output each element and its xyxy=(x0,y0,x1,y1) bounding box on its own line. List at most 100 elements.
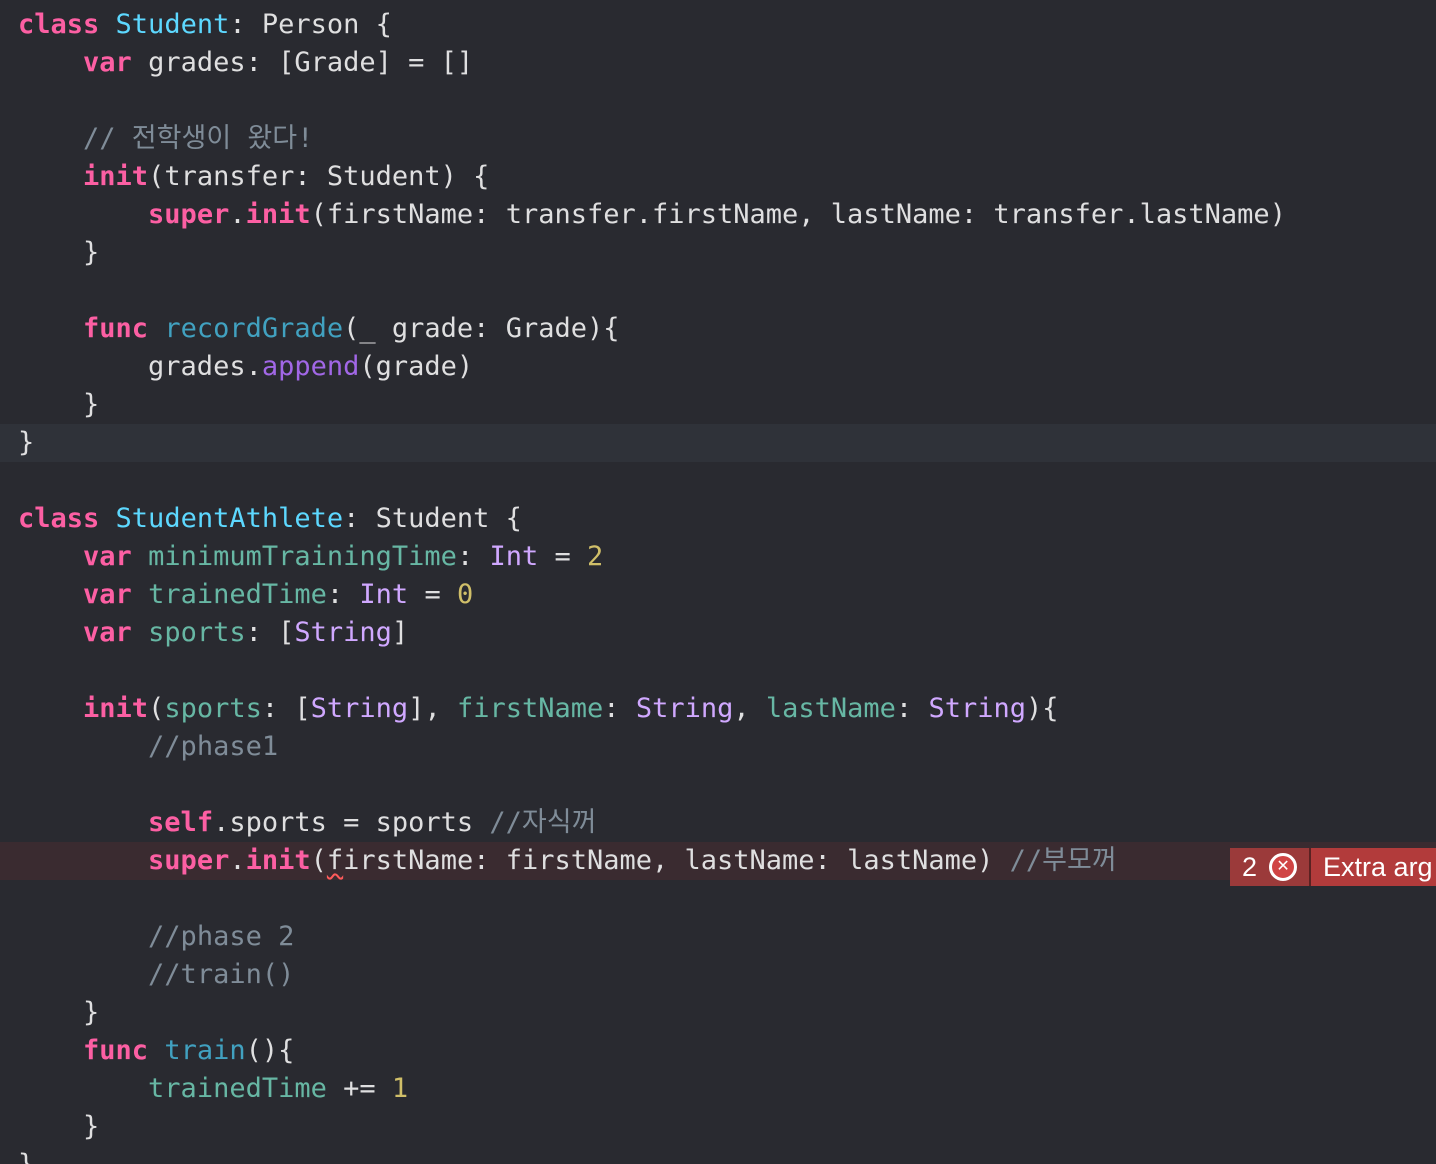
code-token: irstName: firstName, lastName: lastName) xyxy=(343,845,1010,876)
code-token: class xyxy=(18,9,100,40)
code-token: var xyxy=(83,541,132,572)
code-token: (firstName: transfer.firstName, lastName… xyxy=(310,199,1286,230)
code-line[interactable]: //phase 2 xyxy=(0,918,1436,956)
code-line[interactable]: } xyxy=(0,994,1436,1032)
code-token: : [ xyxy=(261,693,311,724)
code-token: //phase1 xyxy=(148,731,279,762)
code-line[interactable]: init(sports: [String], firstName: String… xyxy=(0,690,1436,728)
code-token: var xyxy=(83,579,132,610)
code-token: : Student { xyxy=(343,503,522,534)
code-line[interactable]: func train(){ xyxy=(0,1032,1436,1070)
code-line[interactable]: } xyxy=(0,386,1436,424)
code-token: , xyxy=(733,693,766,724)
code-token: // 전학생이 왔다! xyxy=(83,123,314,154)
code-token: : Person { xyxy=(229,9,392,40)
code-token: self xyxy=(148,807,214,838)
code-token: Int xyxy=(489,541,539,572)
error-x-circle-icon: ✕ xyxy=(1269,853,1298,881)
code-token: trainedTime xyxy=(148,579,327,610)
code-line[interactable]: grades.append(grade) xyxy=(0,348,1436,386)
code-line[interactable]: var grades: [Grade] = [] xyxy=(0,44,1436,82)
code-line[interactable] xyxy=(0,652,1436,690)
code-token: : [ xyxy=(245,617,295,648)
code-token: grades: [Grade] = [] xyxy=(131,47,474,78)
code-line[interactable]: class StudentAthlete: Student { xyxy=(0,500,1436,538)
code-line[interactable]: super.init(firstName: transfer.firstName… xyxy=(0,196,1436,234)
code-line[interactable]: init(transfer: Student) { xyxy=(0,158,1436,196)
code-token: lastName xyxy=(765,693,896,724)
code-token: } xyxy=(18,237,100,268)
code-token: //부모꺼 xyxy=(1009,845,1117,876)
error-badge[interactable]: 2 ✕ Extra arg xyxy=(1230,848,1436,886)
code-token: append xyxy=(261,351,360,382)
code-token: : xyxy=(326,579,360,610)
code-line[interactable]: } xyxy=(0,424,1436,462)
error-message: Extra arg xyxy=(1311,848,1436,886)
code-token: StudentAthlete xyxy=(115,503,344,534)
code-token: trainedTime xyxy=(148,1073,327,1104)
code-line[interactable] xyxy=(0,82,1436,120)
code-line[interactable]: var minimumTrainingTime: Int = 2 xyxy=(0,538,1436,576)
code-line[interactable]: self.sports = sports //자식꺼 xyxy=(0,804,1436,842)
code-token: . xyxy=(229,845,246,876)
code-token: = xyxy=(538,541,588,572)
code-token: func xyxy=(83,313,149,344)
code-line[interactable]: } xyxy=(0,1146,1436,1164)
code-line[interactable]: } xyxy=(0,1108,1436,1146)
code-token: } xyxy=(18,997,100,1028)
code-token: (grade) xyxy=(359,351,474,382)
code-token: init xyxy=(83,161,149,192)
code-token: super xyxy=(148,199,230,230)
code-token: ( xyxy=(148,693,165,724)
code-token: sports xyxy=(164,693,262,724)
code-token: grades. xyxy=(18,351,262,382)
code-token: } xyxy=(18,1111,100,1142)
code-token: init xyxy=(245,199,311,230)
code-line[interactable]: // 전학생이 왔다! xyxy=(0,120,1436,158)
code-token: Int xyxy=(359,579,409,610)
code-line[interactable] xyxy=(0,272,1436,310)
code-line[interactable]: var sports: [String] xyxy=(0,614,1436,652)
code-token: 0 xyxy=(456,579,474,610)
error-count-box[interactable]: 2 ✕ xyxy=(1230,848,1312,886)
code-line[interactable]: //phase1 xyxy=(0,728,1436,766)
code-token: f xyxy=(326,845,344,876)
code-line[interactable]: trainedTime += 1 xyxy=(0,1070,1436,1108)
code-token: init xyxy=(245,845,311,876)
code-line[interactable]: //train() xyxy=(0,956,1436,994)
code-line[interactable] xyxy=(0,880,1436,918)
code-token: class xyxy=(18,503,100,534)
code-token: } xyxy=(18,1149,34,1164)
code-token: recordGrade xyxy=(164,313,344,344)
code-line[interactable]: var trainedTime: Int = 0 xyxy=(0,576,1436,614)
code-line[interactable]: super.init(firstName: firstName, lastNam… xyxy=(0,842,1436,880)
code-token: += xyxy=(326,1073,392,1104)
code-line[interactable]: class Student: Person { xyxy=(0,6,1436,44)
code-line[interactable] xyxy=(0,462,1436,500)
code-token: : xyxy=(603,693,636,724)
code-line[interactable]: } xyxy=(0,234,1436,272)
code-token: super xyxy=(148,845,230,876)
code-editor[interactable]: class Student: Person { var grades: [Gra… xyxy=(0,0,1436,1164)
code-token: //train() xyxy=(148,959,295,990)
code-token: ){ xyxy=(1025,693,1059,724)
code-token: (){ xyxy=(245,1035,295,1066)
code-token: var xyxy=(83,47,132,78)
code-line[interactable] xyxy=(0,766,1436,804)
code-token: = xyxy=(408,579,457,610)
code-line[interactable]: func recordGrade(_ grade: Grade){ xyxy=(0,310,1436,348)
code-token: ( xyxy=(310,845,327,876)
